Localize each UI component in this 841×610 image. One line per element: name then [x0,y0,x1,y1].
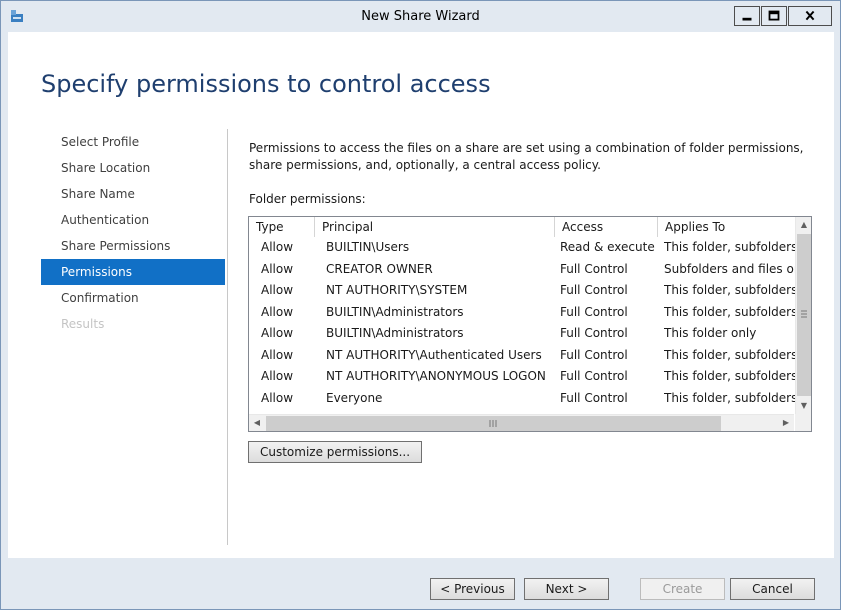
permissions-description: Permissions to access the files on a sha… [249,141,804,172]
create-button: Create [640,578,725,600]
wizard-window: New Share Wizard Specify permissions to … [0,0,841,610]
nav-item-share-location[interactable]: Share Location [41,155,225,181]
list-header: Type Principal Access Applies To [249,217,794,237]
cell-applies-to: This folder, subfolders, [664,283,799,297]
cell-access: Full Control [560,326,628,340]
cell-principal: NT AUTHORITY\Authenticated Users [326,347,542,362]
scrollbar-corner [795,414,811,431]
column-header-principal[interactable]: Principal [315,217,555,237]
folder-permissions-label: Folder permissions: [249,192,366,206]
scroll-up-icon[interactable]: ▲ [796,217,811,233]
vertical-scrollbar[interactable]: ▲ ▼ [795,217,811,414]
window-title: New Share Wizard [361,9,480,24]
cell-type: Allow [261,261,294,276]
list-rows: Allow BUILTIN\Users Read & execute This … [249,237,799,410]
horizontal-scrollbar[interactable]: ◀ ▶ [249,414,794,431]
table-row[interactable]: Allow BUILTIN\Administrators Full Contro… [249,323,794,345]
cell-type: Allow [261,304,294,319]
cell-access: Full Control [560,369,628,383]
cell-type: Allow [261,240,294,254]
wizard-content: Specify permissions to control access Se… [8,32,834,558]
scroll-right-icon[interactable]: ▶ [778,415,794,431]
table-row[interactable]: Allow Everyone Full Control This folder,… [249,388,799,410]
table-row[interactable]: Allow NT AUTHORITY\Authenticated Users F… [249,345,799,367]
cell-principal: NT AUTHORITY\SYSTEM [326,283,468,297]
cell-applies-to: This folder, subfolders, [664,304,799,319]
cell-access: Full Control [560,304,628,319]
cell-principal: Everyone [326,390,383,405]
cell-principal: CREATOR OWNER [326,261,433,276]
table-row[interactable]: Allow NT AUTHORITY\SYSTEM Full Control T… [249,280,799,302]
cell-access: Full Control [560,261,628,276]
scroll-down-icon[interactable]: ▼ [796,398,811,414]
minimize-icon [742,17,752,21]
nav-item-results: Results [61,317,105,331]
maximize-button[interactable] [761,6,787,26]
table-row[interactable]: Allow CREATOR OWNER Full Control Subfold… [249,259,799,281]
horizontal-scroll-thumb[interactable] [266,416,721,431]
cell-access: Full Control [560,347,628,362]
grip-icon [801,310,807,318]
nav-item-share-permissions[interactable]: Share Permissions [41,233,225,259]
table-row[interactable]: Allow BUILTIN\Administrators Full Contro… [249,302,799,324]
nav-divider [227,129,228,545]
title-bar[interactable]: New Share Wizard [1,1,840,32]
cell-principal: BUILTIN\Administrators [326,304,464,319]
cell-type: Allow [261,390,294,405]
nav-item-confirmation[interactable]: Confirmation [41,285,225,311]
customize-permissions-button[interactable]: Customize permissions... [248,441,422,463]
scroll-left-icon[interactable]: ◀ [249,415,265,431]
cell-principal: NT AUTHORITY\ANONYMOUS LOGON [326,369,546,383]
minimize-button[interactable] [734,6,760,26]
close-icon [805,10,815,21]
nav-item-select-profile[interactable]: Select Profile [41,129,225,155]
folder-permissions-list[interactable]: Type Principal Access Applies To Allow B… [248,216,812,432]
column-header-applies-to[interactable]: Applies To [658,217,794,237]
nav-item-share-name[interactable]: Share Name [41,181,225,207]
cell-access: Full Control [560,283,628,297]
cell-applies-to: Subfolders and files on [664,261,799,276]
table-row[interactable]: Allow BUILTIN\Users Read & execute This … [249,237,799,259]
cell-type: Allow [261,283,294,297]
wizard-nav: Select Profile Share Location Share Name… [41,129,225,337]
cell-access: Read & execute [560,240,655,254]
cancel-button[interactable]: Cancel [730,578,815,600]
previous-button[interactable]: < Previous [430,578,515,600]
cell-applies-to: This folder, subfolders, [664,390,799,405]
cell-applies-to: This folder, subfolders, [664,369,799,383]
wizard-footer: < Previous Next > Create Cancel [8,558,834,608]
close-button[interactable] [788,6,832,26]
cell-type: Allow [261,369,294,383]
nav-item-permissions[interactable]: Permissions [41,259,225,285]
column-header-type[interactable]: Type [249,217,315,237]
page-heading: Specify permissions to control access [41,70,491,98]
nav-item-authentication[interactable]: Authentication [41,207,225,233]
cell-applies-to: This folder, subfolders, [664,347,799,362]
cell-type: Allow [261,326,294,340]
cell-principal: BUILTIN\Users [326,240,410,254]
grip-icon [489,420,497,427]
cell-applies-to: This folder, subfolders, [664,240,799,254]
maximize-icon [768,10,780,21]
table-row[interactable]: Allow NT AUTHORITY\ANONYMOUS LOGON Full … [249,366,799,388]
next-button[interactable]: Next > [524,578,609,600]
vertical-scroll-thumb[interactable] [797,234,811,396]
cell-principal: BUILTIN\Administrators [326,326,464,340]
cell-applies-to: This folder only [664,326,757,340]
cell-access: Full Control [560,390,628,405]
column-header-access[interactable]: Access [555,217,658,237]
cell-type: Allow [261,347,294,362]
